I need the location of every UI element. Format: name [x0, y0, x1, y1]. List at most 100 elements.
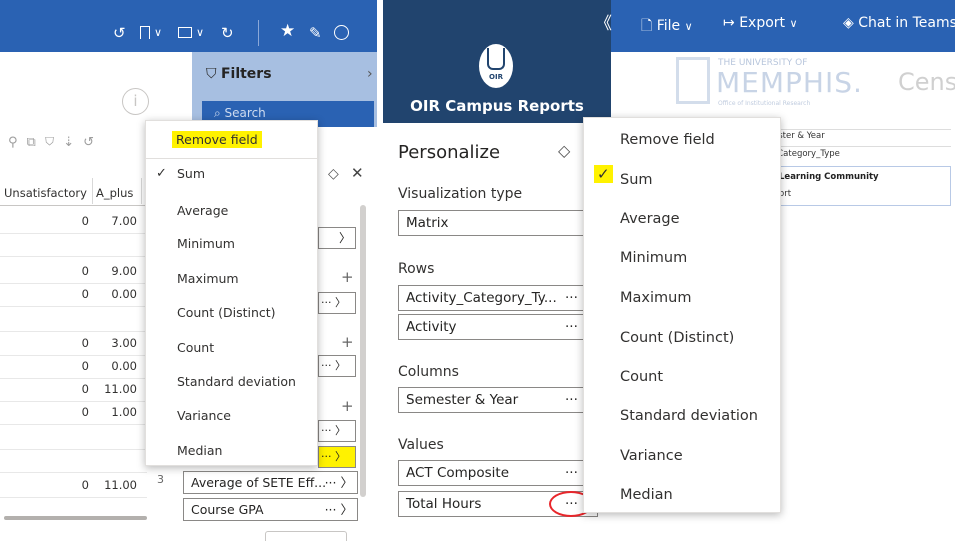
cell-a-plus: 11.00 — [104, 478, 137, 492]
chat-in-teams-button[interactable]: ◈ Chat in Teams — [843, 15, 955, 31]
row-divider — [0, 449, 147, 450]
highlighted-more-options[interactable]: ··· 〉 — [318, 446, 356, 468]
report-title: OIR Campus Reports — [410, 97, 584, 115]
filter-icon: ⛉ — [206, 66, 221, 82]
row-divider — [0, 497, 147, 498]
undo-icon[interactable]: ↺ — [113, 24, 126, 42]
bottom-button-partial[interactable] — [265, 531, 347, 541]
aggregation-option-median[interactable]: Median — [620, 487, 780, 503]
edit-icon[interactable]: ✎ — [309, 24, 322, 42]
undo-icon[interactable]: ↺ — [83, 135, 103, 150]
aggregation-option-standard-deviation[interactable]: Standard deviation — [620, 408, 780, 424]
horizontal-scrollbar[interactable] — [4, 516, 147, 520]
more-options-icon[interactable]: ··· — [565, 286, 578, 310]
file-menu[interactable]: 🗋 File ∨ — [641, 15, 693, 39]
column-header-unsatisfactory[interactable]: Unsatisfactory — [4, 186, 89, 200]
add-value-icon[interactable]: + — [341, 397, 354, 415]
aggregation-option-maximum[interactable]: Maximum — [620, 290, 780, 306]
close-icon[interactable]: ✕ — [351, 164, 364, 182]
collapse-nav-icon[interactable]: 《 — [595, 9, 612, 34]
filters-header[interactable]: ⛉ Filters — [206, 66, 272, 82]
more-options-icon[interactable]: ··· — [565, 315, 578, 339]
eraser-icon[interactable]: ◇ — [558, 141, 570, 160]
pin-icon[interactable]: ⚲ — [8, 135, 27, 150]
aggregation-option-minimum[interactable]: Minimum — [620, 250, 780, 266]
filters-collapse-icon[interactable]: › — [367, 66, 373, 82]
chevron-right-icon[interactable]: 〉 — [340, 475, 353, 490]
rows-label: Rows — [398, 261, 435, 277]
search-input[interactable]: ⌕ Search — [214, 106, 266, 121]
aggregation-option-variance[interactable]: Variance — [177, 408, 317, 423]
refresh-icon[interactable]: ↻ — [221, 24, 234, 42]
filter-icon[interactable]: ⛉ — [45, 135, 63, 150]
row-divider — [0, 306, 147, 307]
add-column-icon[interactable]: + — [341, 333, 354, 351]
aggregation-option-count[interactable]: Count — [620, 369, 780, 385]
aggregation-option-standard-deviation[interactable]: Standard deviation — [177, 374, 317, 389]
add-row-icon[interactable]: + — [341, 268, 354, 286]
memphis-dept: Office of Institutional Research — [718, 100, 811, 107]
value-field-sete[interactable]: Average of SETE Eff... ··· 〉 — [183, 471, 358, 494]
eraser-icon[interactable]: ◇ — [328, 166, 339, 182]
view-icon[interactable] — [178, 27, 192, 38]
value-field-partial[interactable]: ··· 〉 — [318, 420, 356, 442]
aggregation-option-minimum[interactable]: Minimum — [177, 236, 317, 251]
aggregation-option-average[interactable]: Average — [177, 203, 317, 218]
row-divider — [0, 355, 147, 356]
chevron-down-icon: ∨ — [684, 20, 693, 33]
personalize-title: Personalize — [398, 142, 501, 163]
drill-icon[interactable]: ⇣ — [63, 135, 83, 150]
aggregation-option-count-distinct[interactable]: Count (Distinct) — [620, 330, 780, 346]
aggregation-option-count[interactable]: Count — [177, 340, 317, 355]
cell-unsatisfactory: 0 — [81, 382, 89, 396]
column-field-partial[interactable]: ··· 〉 — [318, 355, 356, 377]
viz-type-dropdown[interactable]: Matrix — [398, 210, 598, 236]
cell-unsatisfactory: 0 — [81, 359, 89, 373]
bookmark-icon[interactable] — [140, 26, 150, 39]
column-header-a-plus[interactable]: A_plus — [96, 186, 141, 200]
values-field-act-composite[interactable]: ACT Composite ··· — [398, 460, 598, 486]
aggregation-option-average[interactable]: Average — [620, 211, 780, 227]
chevron-down-icon: ∨ — [789, 17, 798, 30]
column-divider — [141, 178, 142, 204]
row-divider — [0, 401, 147, 402]
search-icon: ⌕ — [214, 106, 225, 120]
chevron-down-icon[interactable]: ∨ — [196, 24, 204, 42]
row-divider — [0, 331, 147, 332]
more-options-icon[interactable]: ··· — [565, 388, 578, 412]
aggregation-option-count-distinct[interactable]: Count (Distinct) — [177, 305, 317, 320]
export-menu[interactable]: ↦ Export ∨ — [723, 15, 798, 31]
visual-info-icon[interactable]: i — [122, 88, 149, 115]
column-divider — [92, 178, 93, 204]
info-icon[interactable] — [334, 25, 349, 40]
aggregation-option-maximum[interactable]: Maximum — [177, 271, 317, 286]
toolbar-divider — [258, 20, 259, 46]
value-field-course-gpa[interactable]: Course GPA ··· 〉 — [183, 498, 358, 521]
copy-icon[interactable]: ⧉ — [27, 135, 45, 150]
viz-type-dropdown[interactable]: 〉 — [318, 227, 356, 249]
logo-shield — [487, 48, 505, 70]
header-underline — [0, 205, 147, 206]
remove-field-option[interactable]: Remove field — [172, 131, 262, 148]
menu-divider — [146, 158, 317, 159]
aggregation-option-median[interactable]: Median — [177, 443, 317, 458]
rows-field-activity[interactable]: Activity ··· — [398, 314, 598, 340]
aggregation-option-remove-field[interactable]: Remove field — [620, 132, 780, 148]
aggregation-option-variance[interactable]: Variance — [620, 448, 780, 464]
more-options-icon[interactable]: ··· — [325, 475, 337, 490]
chevron-down-icon[interactable]: ∨ — [154, 24, 162, 42]
rows-field-activity-category[interactable]: Activity_Category_Ty... ··· — [398, 285, 598, 311]
row-field-partial[interactable]: ··· 〉 — [318, 292, 356, 314]
more-options-icon[interactable]: ··· — [325, 502, 337, 517]
star-icon[interactable]: ★ — [280, 22, 295, 40]
cell-a-plus: 7.00 — [111, 214, 137, 228]
chevron-right-icon[interactable]: 〉 — [340, 502, 353, 517]
aggregation-option-sum[interactable]: Sum — [177, 166, 317, 181]
row-divider — [0, 233, 147, 234]
panel-scrollbar[interactable] — [360, 205, 366, 497]
columns-field-semester[interactable]: Semester & Year ··· — [398, 387, 598, 413]
logo-text: OIR — [489, 73, 503, 81]
aggregation-option-sum[interactable]: Sum — [620, 172, 780, 188]
matrix-row: _Category_Type — [773, 149, 840, 159]
more-options-icon[interactable]: ··· — [565, 461, 578, 485]
